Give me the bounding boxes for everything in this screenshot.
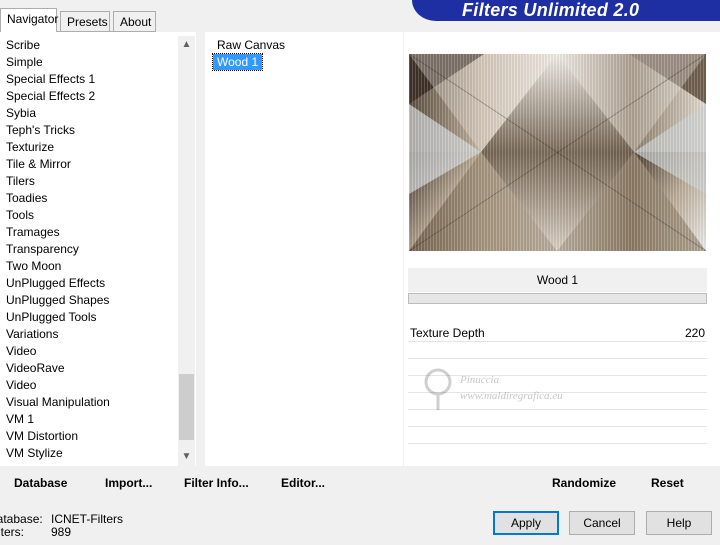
app-title: Filters Unlimited 2.0 — [462, 0, 640, 20]
watermark-logo — [424, 368, 452, 410]
category-item[interactable]: Transparency — [6, 242, 79, 256]
watermark: Pinuccia www.maldiregrafica.eu — [418, 362, 608, 422]
category-item[interactable]: Toadies — [6, 191, 47, 205]
selected-filter-name: Wood 1 — [408, 268, 707, 292]
help-button[interactable]: Help — [646, 511, 712, 535]
category-item[interactable]: Scribe — [6, 38, 40, 52]
filters-count-label: Filters: — [0, 525, 24, 539]
category-item[interactable]: UnPlugged Tools — [6, 310, 97, 324]
database-button[interactable]: Database — [14, 476, 67, 490]
category-item[interactable]: Video — [6, 378, 36, 392]
category-item[interactable]: Texturize — [6, 140, 54, 154]
apply-button[interactable]: Apply — [493, 511, 559, 535]
category-item[interactable]: VM Distortion — [6, 429, 78, 443]
filter-list[interactable]: Raw Canvas Wood 1 — [205, 32, 403, 466]
parameter-value[interactable]: 220 — [685, 326, 705, 340]
category-overflow — [0, 460, 178, 466]
tab-navigator[interactable]: Navigator — [0, 8, 58, 32]
category-item[interactable]: VideoRave — [6, 361, 65, 375]
filter-item[interactable]: Wood 1 — [211, 53, 264, 71]
apply-button-label: Apply — [510, 516, 542, 530]
category-item[interactable]: Teph's Tricks — [6, 123, 75, 137]
category-item[interactable]: UnPlugged Shapes — [6, 293, 109, 307]
category-item[interactable]: Special Effects 1 — [6, 72, 95, 86]
filters-count-value: 989 — [51, 525, 72, 539]
watermark-url: www.maldiregrafica.eu — [460, 390, 563, 402]
slider-divider — [408, 358, 707, 359]
category-scrollbar[interactable]: ▲ ▼ — [178, 36, 195, 466]
tab-presets[interactable]: Presets — [60, 11, 110, 31]
category-item[interactable]: VM Stylize — [6, 446, 63, 460]
database-value: ICNET-Filters — [51, 512, 123, 526]
category-list[interactable]: Scribe Simple Special Effects 1 Special Eff… — [0, 32, 196, 466]
category-item[interactable]: Video — [6, 344, 36, 358]
category-item[interactable]: Tilers — [6, 174, 35, 188]
slider-divider — [408, 443, 707, 444]
watermark-name: Pinuccia — [460, 374, 500, 386]
slider-divider — [408, 426, 707, 427]
import-button[interactable]: Import... — [105, 476, 152, 490]
cancel-button-label: Cancel — [583, 516, 621, 530]
parameter-label: Texture Depth — [410, 326, 485, 340]
category-item[interactable]: Two Moon — [6, 259, 61, 273]
category-item[interactable]: Variations — [6, 327, 58, 341]
scroll-thumb[interactable] — [179, 374, 194, 440]
category-item[interactable]: Tramages — [6, 225, 60, 239]
category-item[interactable]: Tools — [6, 208, 34, 222]
filter-info-button[interactable]: Filter Info... — [184, 476, 249, 490]
category-item[interactable]: Special Effects 2 — [6, 89, 95, 103]
category-item[interactable]: VM 1 — [6, 412, 34, 426]
slider-divider — [408, 341, 707, 342]
editor-button[interactable]: Editor... — [281, 476, 325, 490]
help-button-label: Help — [666, 516, 692, 530]
category-item[interactable]: Sybia — [6, 106, 36, 120]
category-item[interactable]: Simple — [6, 55, 43, 69]
filter-item[interactable]: Raw Canvas — [213, 37, 289, 53]
randomize-button[interactable]: Randomize — [552, 476, 616, 490]
filter-name-field — [408, 293, 707, 304]
category-item[interactable]: UnPlugged Effects — [6, 276, 105, 290]
chevron-up-icon[interactable]: ▲ — [178, 36, 195, 53]
category-item[interactable]: Visual Manipulation — [6, 395, 110, 409]
reset-button[interactable]: Reset — [651, 476, 684, 490]
filter-preview-image — [409, 54, 706, 251]
tab-about[interactable]: About — [113, 11, 156, 31]
cancel-button[interactable]: Cancel — [569, 511, 635, 535]
chevron-down-icon[interactable]: ▼ — [178, 448, 195, 465]
category-item[interactable]: Tile & Mirror — [6, 157, 71, 171]
parameter-texture-depth[interactable]: Texture Depth 220 — [408, 324, 707, 341]
database-label: Database: — [0, 512, 43, 526]
